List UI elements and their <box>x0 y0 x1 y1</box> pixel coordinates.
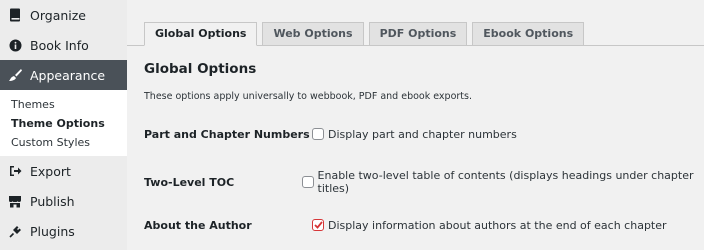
submenu-custom-styles[interactable]: Custom Styles <box>0 133 127 152</box>
checkmark-icon <box>313 221 323 229</box>
option-control[interactable]: Display part and chapter numbers <box>312 128 517 141</box>
option-label: Two-Level TOC <box>144 175 235 189</box>
sidebar-item-appearance[interactable]: Appearance <box>0 60 127 90</box>
tab-pdf-options[interactable]: PDF Options <box>368 22 468 46</box>
options-tabs: Global Options Web Options PDF Options E… <box>144 22 589 46</box>
tab-web-options[interactable]: Web Options <box>262 22 364 46</box>
sidebar-item-label: Book Info <box>30 37 89 53</box>
sidebar-item-plugins[interactable]: Plugins <box>0 216 127 246</box>
sidebar-item-organize[interactable]: Organize <box>0 0 127 30</box>
sidebar-item-publish[interactable]: Publish <box>0 186 127 216</box>
submenu-themes[interactable]: Themes <box>0 95 127 114</box>
appearance-submenu: Themes Theme Options Custom Styles <box>0 90 127 156</box>
option-control[interactable]: Display information about authors at the… <box>312 219 667 232</box>
option-label: Part and Chapter Numbers <box>144 127 310 141</box>
sidebar-item-label: Appearance <box>30 67 106 83</box>
option-control[interactable]: Enable two-level table of contents (disp… <box>302 169 704 195</box>
main-content: Global Options Web Options PDF Options E… <box>127 0 704 250</box>
section-description: These options apply universally to webbo… <box>144 91 472 102</box>
checkbox-label: Display information about authors at the… <box>328 218 667 232</box>
info-icon <box>8 38 22 52</box>
section-title: Global Options <box>144 61 257 77</box>
option-row-about-the-author: About the Author Display information abo… <box>144 215 704 235</box>
option-row-two-level-toc: Two-Level TOC Enable two-level table of … <box>144 169 704 195</box>
sidebar-item-book-info[interactable]: Book Info <box>0 30 127 60</box>
checkbox-label: Enable two-level table of contents (disp… <box>317 169 694 195</box>
store-icon <box>8 194 22 208</box>
two-level-toc-checkbox[interactable] <box>302 176 314 188</box>
sidebar-item-export[interactable]: Export <box>0 156 127 186</box>
brush-icon <box>8 68 22 82</box>
tab-global-options[interactable]: Global Options <box>144 22 258 46</box>
export-icon <box>8 164 22 178</box>
option-row-part-chapter-numbers: Part and Chapter Numbers Display part an… <box>144 124 704 144</box>
about-author-checkbox[interactable] <box>312 219 324 231</box>
plugin-icon <box>8 224 22 238</box>
sidebar-item-label: Export <box>30 163 71 179</box>
admin-sidebar: Organize Book Info Appearance Themes The… <box>0 0 127 250</box>
tab-ebook-options[interactable]: Ebook Options <box>472 22 585 46</box>
sidebar-item-label: Plugins <box>30 223 75 239</box>
sidebar-item-label: Publish <box>30 193 75 209</box>
option-label: About the Author <box>144 218 252 232</box>
submenu-theme-options[interactable]: Theme Options <box>0 114 127 133</box>
part-chapter-numbers-checkbox[interactable] <box>312 128 324 140</box>
book-icon <box>8 8 22 22</box>
sidebar-item-label: Organize <box>30 7 86 23</box>
checkbox-label: Display part and chapter numbers <box>328 127 517 141</box>
top-strip <box>127 0 704 16</box>
